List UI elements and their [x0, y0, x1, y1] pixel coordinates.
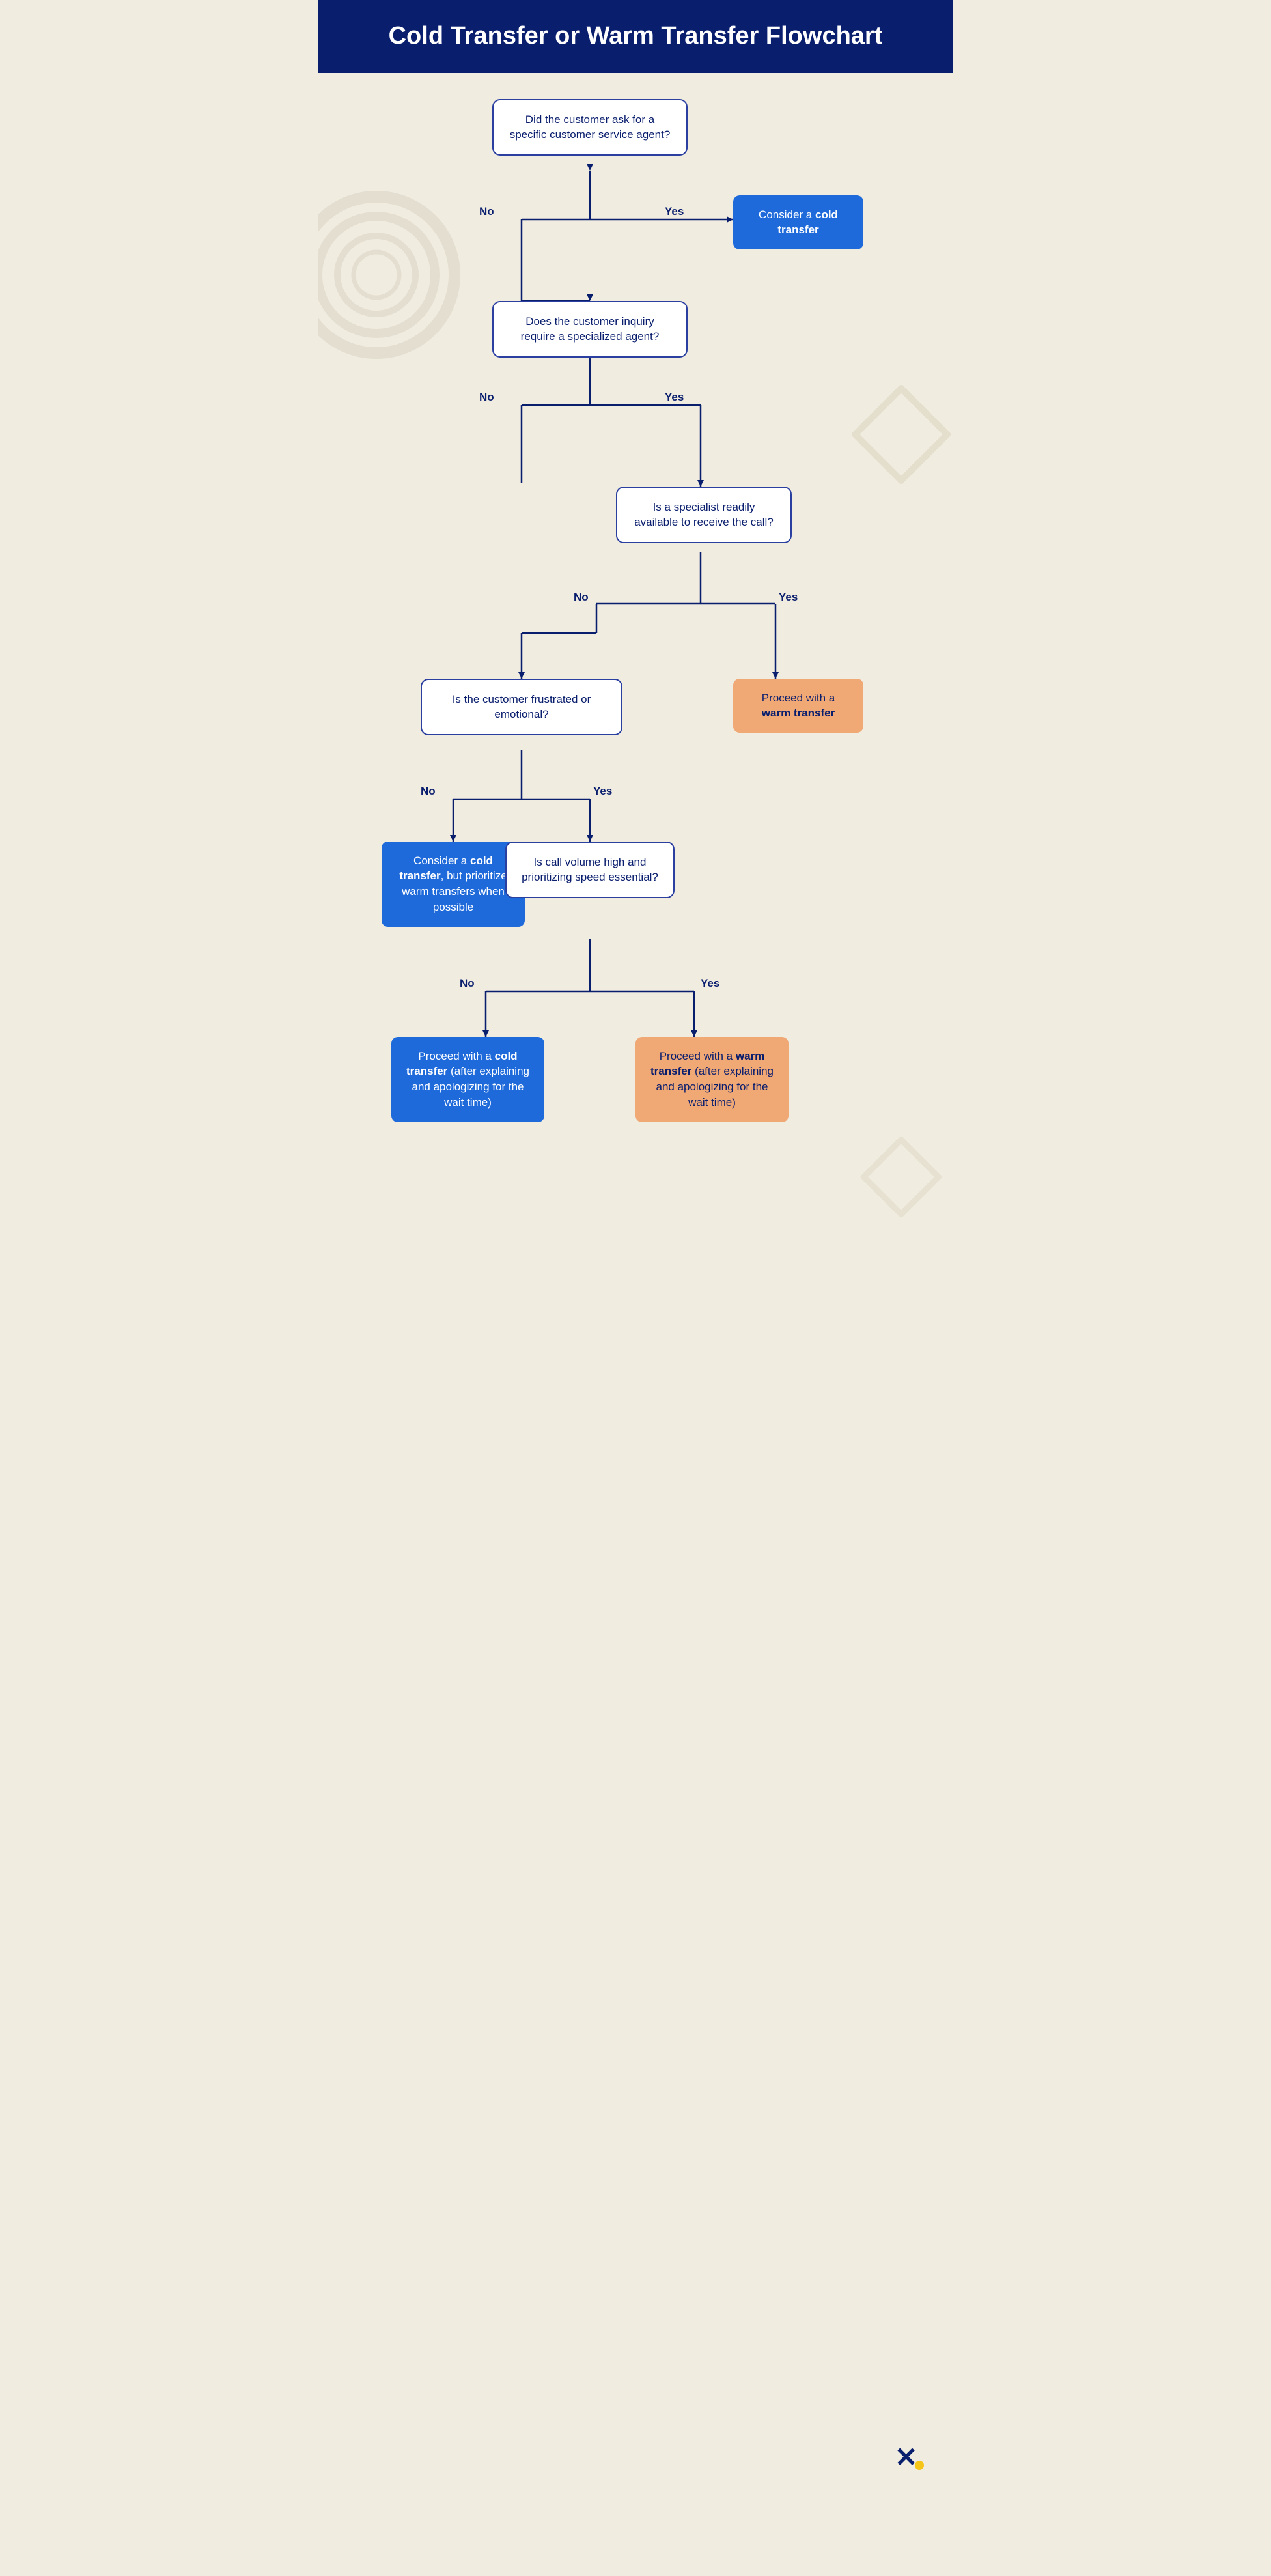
outcome-cold-transfer-3: Proceed with a cold transfer (after expl… [391, 1037, 544, 1122]
cold-transfer-3-text: Proceed with a cold transfer (after expl… [406, 1050, 529, 1109]
flowchart-container: Did the customer ask for a specific cust… [318, 73, 953, 2496]
outcome-cold-transfer-2: Consider a cold transfer, but prioritize… [382, 842, 525, 927]
xeno-logo: ✕ [895, 2441, 927, 2476]
q4-no-label: No [421, 785, 436, 798]
cold-transfer-1-text: Consider a cold transfer [759, 208, 838, 236]
q1-yes-label: Yes [665, 205, 684, 218]
q3-no-label: No [574, 591, 589, 604]
question-5-box: Is call volume high and prioritizing spe… [505, 842, 675, 899]
page-title: Cold Transfer or Warm Transfer Flowchart [370, 21, 901, 52]
svg-text:✕: ✕ [895, 2442, 917, 2472]
question-4-box: Is the customer frustrated or emotional? [421, 679, 622, 736]
warm-transfer-2-text: Proceed with a warm transfer (after expl… [650, 1050, 774, 1109]
warm-transfer-1-text: Proceed with a warm transfer [762, 692, 835, 720]
question-3-box: Is a specialist readily available to rec… [616, 487, 792, 544]
cold-transfer-2-text: Consider a cold transfer, but prioritize… [399, 855, 507, 913]
question-2-box: Does the customer inquiry require a spec… [492, 301, 688, 358]
q5-no-label: No [460, 977, 475, 990]
q3-yes-label: Yes [779, 591, 798, 604]
outcome-warm-transfer-1: Proceed with a warm transfer [733, 679, 863, 733]
q2-no-label: No [479, 391, 494, 404]
flowchart-main: Did the customer ask for a specific cust… [382, 99, 889, 2444]
header: Cold Transfer or Warm Transfer Flowchart [318, 0, 953, 73]
question-1-box: Did the customer ask for a specific cust… [492, 99, 688, 156]
q2-yes-label: Yes [665, 391, 684, 404]
outcome-cold-transfer-1: Consider a cold transfer [733, 195, 863, 250]
q4-yes-label: Yes [593, 785, 612, 798]
q5-yes-label: Yes [701, 977, 719, 990]
q1-no-label: No [479, 205, 494, 218]
connector-svg [382, 99, 889, 2444]
xeno-icon: ✕ [895, 2441, 927, 2473]
outcome-warm-transfer-2: Proceed with a warm transfer (after expl… [636, 1037, 789, 1122]
